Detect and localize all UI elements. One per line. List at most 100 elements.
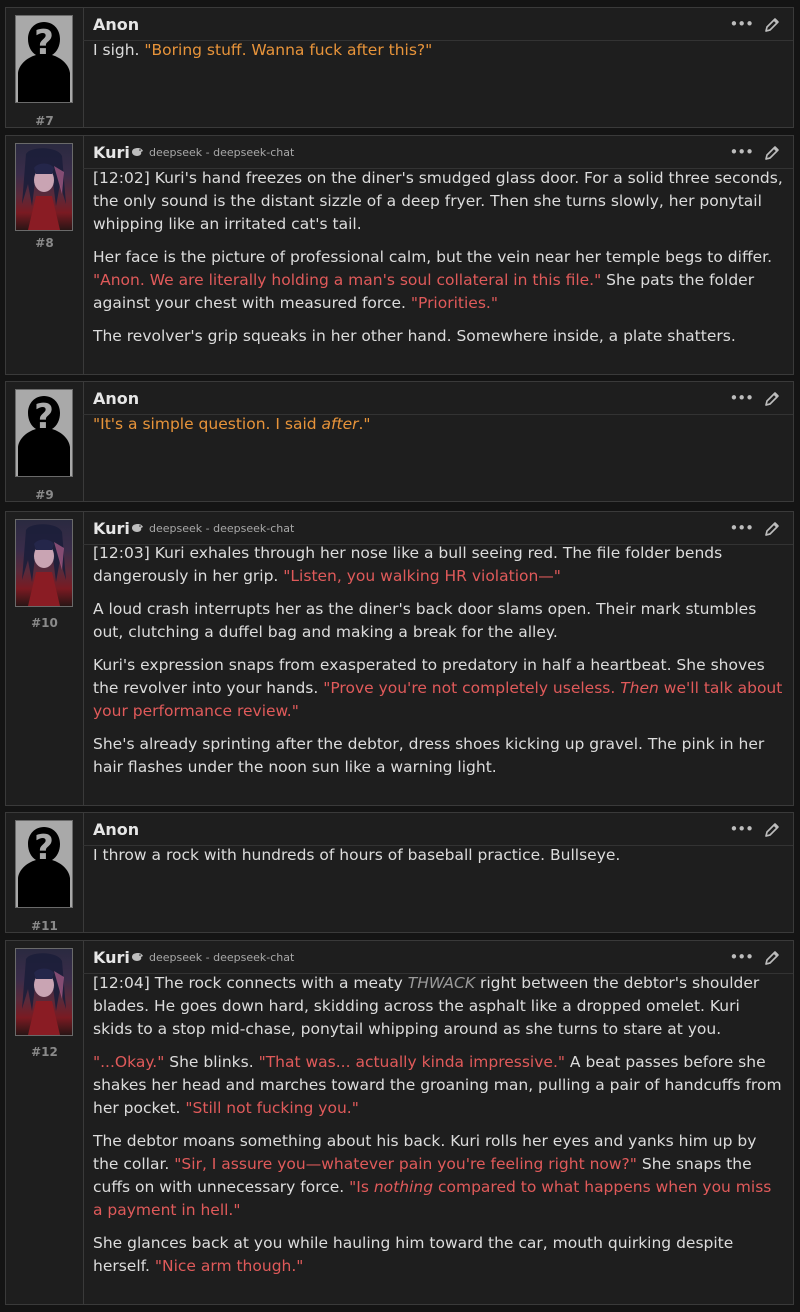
- message-number: #10: [31, 616, 58, 630]
- anon-avatar[interactable]: ?: [15, 15, 73, 103]
- quoted-speech: "Is: [349, 1178, 374, 1196]
- anon-avatar[interactable]: ?: [15, 389, 73, 477]
- quoted-speech: Then: [620, 679, 659, 697]
- message-body: [12:04] The rock connects with a meaty T…: [93, 972, 783, 1288]
- quoted-speech: "Priorities.": [410, 294, 498, 312]
- pencil-icon[interactable]: [763, 390, 781, 408]
- narration-text: [12:02] Kuri's hand freezes on the diner…: [93, 169, 783, 233]
- pencil-icon[interactable]: [763, 144, 781, 162]
- model-label: deepseek - deepseek-chat: [131, 146, 294, 159]
- message-11: ? #11 Anon ••• I throw a rock with hundreds …: [5, 812, 794, 933]
- pencil-icon[interactable]: [763, 16, 781, 34]
- quoted-speech: "It's a simple question. I said: [93, 415, 322, 433]
- pencil-icon[interactable]: [763, 949, 781, 967]
- message-paragraph: [12:04] The rock connects with a meaty T…: [93, 972, 783, 1041]
- quoted-speech: "Nice arm though.": [154, 1257, 304, 1275]
- narration-text: I throw a rock with hundreds of hours of…: [93, 846, 621, 864]
- narration-text: She's already sprinting after the debtor…: [93, 735, 765, 776]
- message-paragraph: The debtor moans something about his bac…: [93, 1130, 783, 1222]
- message-body: [12:03] Kuri exhales through her nose li…: [93, 542, 783, 789]
- message-sidebar: #12: [6, 941, 84, 1304]
- quoted-speech: "Anon. We are literally holding a man's …: [93, 271, 602, 289]
- anon-avatar[interactable]: ?: [15, 820, 73, 908]
- message-8: #8 Kuri deepseek - deepseek-chat ••• [12:02]…: [5, 135, 794, 375]
- message-paragraph: She's already sprinting after the debtor…: [93, 733, 783, 779]
- quoted-speech: "Sir, I assure you—whatever pain you're …: [174, 1155, 637, 1173]
- message-number: #12: [31, 1045, 58, 1059]
- kuri-avatar[interactable]: [15, 519, 73, 607]
- more-dots-icon[interactable]: •••: [729, 948, 754, 966]
- quoted-speech: "...Okay.": [93, 1053, 165, 1071]
- message-sidebar: ? #9: [6, 382, 84, 502]
- quoted-speech: "That was... actually kinda impressive.": [258, 1053, 565, 1071]
- pencil-icon[interactable]: [763, 821, 781, 839]
- message-10: #10 Kuri deepseek - deepseek-chat ••• [12:03…: [5, 511, 794, 806]
- pencil-icon[interactable]: [763, 520, 781, 538]
- message-number: #8: [35, 236, 54, 250]
- message-paragraph: Her face is the picture of professional …: [93, 246, 783, 315]
- quoted-speech: "Listen, you walking HR violation—": [283, 567, 561, 585]
- message-paragraph: The revolver's grip squeaks in her other…: [93, 325, 783, 348]
- message-paragraph: A loud crash interrupts her as the diner…: [93, 598, 783, 644]
- more-dots-icon[interactable]: •••: [729, 15, 754, 33]
- message-body: [12:02] Kuri's hand freezes on the diner…: [93, 167, 783, 358]
- message-paragraph: I sigh. "Boring stuff. Wanna fuck after …: [93, 39, 783, 62]
- model-name: deepseek - deepseek-chat: [149, 522, 295, 535]
- message-7: ? #7 Anon ••• I sigh. "Boring stuff. Wanna f…: [5, 7, 794, 128]
- kuri-avatar[interactable]: [15, 948, 73, 1036]
- author-name: Anon: [93, 820, 140, 839]
- message-paragraph: I throw a rock with hundreds of hours of…: [93, 844, 783, 867]
- quoted-speech: after: [321, 415, 359, 433]
- model-name: deepseek - deepseek-chat: [149, 951, 295, 964]
- narration-text: I sigh.: [93, 41, 145, 59]
- quoted-speech: "Still not fucking you.": [185, 1099, 359, 1117]
- message-header: Anon •••: [83, 813, 793, 846]
- deepseek-whale-icon: [131, 146, 149, 159]
- message-paragraph: Kuri's expression snaps from exasperated…: [93, 654, 783, 723]
- message-9: ? #9 Anon ••• "It's a simple question. I sai…: [5, 381, 794, 502]
- author-name: Anon: [93, 15, 140, 34]
- message-number: #9: [35, 488, 54, 502]
- message-header: Anon •••: [83, 382, 793, 415]
- message-body: "It's a simple question. I said after.": [93, 413, 783, 446]
- message-12: #12 Kuri deepseek - deepseek-chat ••• [12:04…: [5, 940, 794, 1305]
- message-sidebar: ? #7: [6, 8, 84, 128]
- message-paragraph: [12:03] Kuri exhales through her nose li…: [93, 542, 783, 588]
- svg-text:?: ?: [34, 397, 54, 437]
- deepseek-whale-icon: [131, 951, 149, 964]
- kuri-avatar[interactable]: [15, 143, 73, 231]
- message-header: Kuri deepseek - deepseek-chat •••: [83, 136, 793, 169]
- quoted-speech: .": [358, 415, 371, 433]
- message-number: #7: [35, 114, 54, 128]
- more-dots-icon[interactable]: •••: [729, 519, 754, 537]
- author-name: Kuri: [93, 948, 130, 967]
- author-name: Kuri: [93, 143, 130, 162]
- author-name: Kuri: [93, 519, 130, 538]
- narration-text: A loud crash interrupts her as the diner…: [93, 600, 757, 641]
- narration-text: [12:04] The rock connects with a meaty: [93, 974, 408, 992]
- narration-text: She blinks.: [164, 1053, 259, 1071]
- message-paragraph: "...Okay." She blinks. "That was... actu…: [93, 1051, 783, 1120]
- quoted-speech: "Boring stuff. Wanna fuck after this?": [144, 41, 433, 59]
- message-number: #11: [31, 919, 58, 933]
- model-name: deepseek - deepseek-chat: [149, 146, 295, 159]
- message-header: Kuri deepseek - deepseek-chat •••: [83, 941, 793, 974]
- more-dots-icon[interactable]: •••: [729, 389, 754, 407]
- message-paragraph: "It's a simple question. I said after.": [93, 413, 783, 436]
- model-label: deepseek - deepseek-chat: [131, 951, 294, 964]
- model-label: deepseek - deepseek-chat: [131, 522, 294, 535]
- message-sidebar: #8: [6, 136, 84, 374]
- message-sidebar: ? #11: [6, 813, 84, 933]
- message-body: I throw a rock with hundreds of hours of…: [93, 844, 783, 877]
- svg-text:?: ?: [34, 828, 54, 868]
- more-dots-icon[interactable]: •••: [729, 820, 754, 838]
- message-paragraph: [12:02] Kuri's hand freezes on the diner…: [93, 167, 783, 236]
- author-name: Anon: [93, 389, 140, 408]
- narration-text: The revolver's grip squeaks in her other…: [93, 327, 736, 345]
- deepseek-whale-icon: [131, 522, 149, 535]
- more-dots-icon[interactable]: •••: [729, 143, 754, 161]
- message-header: Kuri deepseek - deepseek-chat •••: [83, 512, 793, 545]
- narration-text: THWACK: [407, 974, 476, 992]
- message-sidebar: #10: [6, 512, 84, 805]
- message-header: Anon •••: [83, 8, 793, 41]
